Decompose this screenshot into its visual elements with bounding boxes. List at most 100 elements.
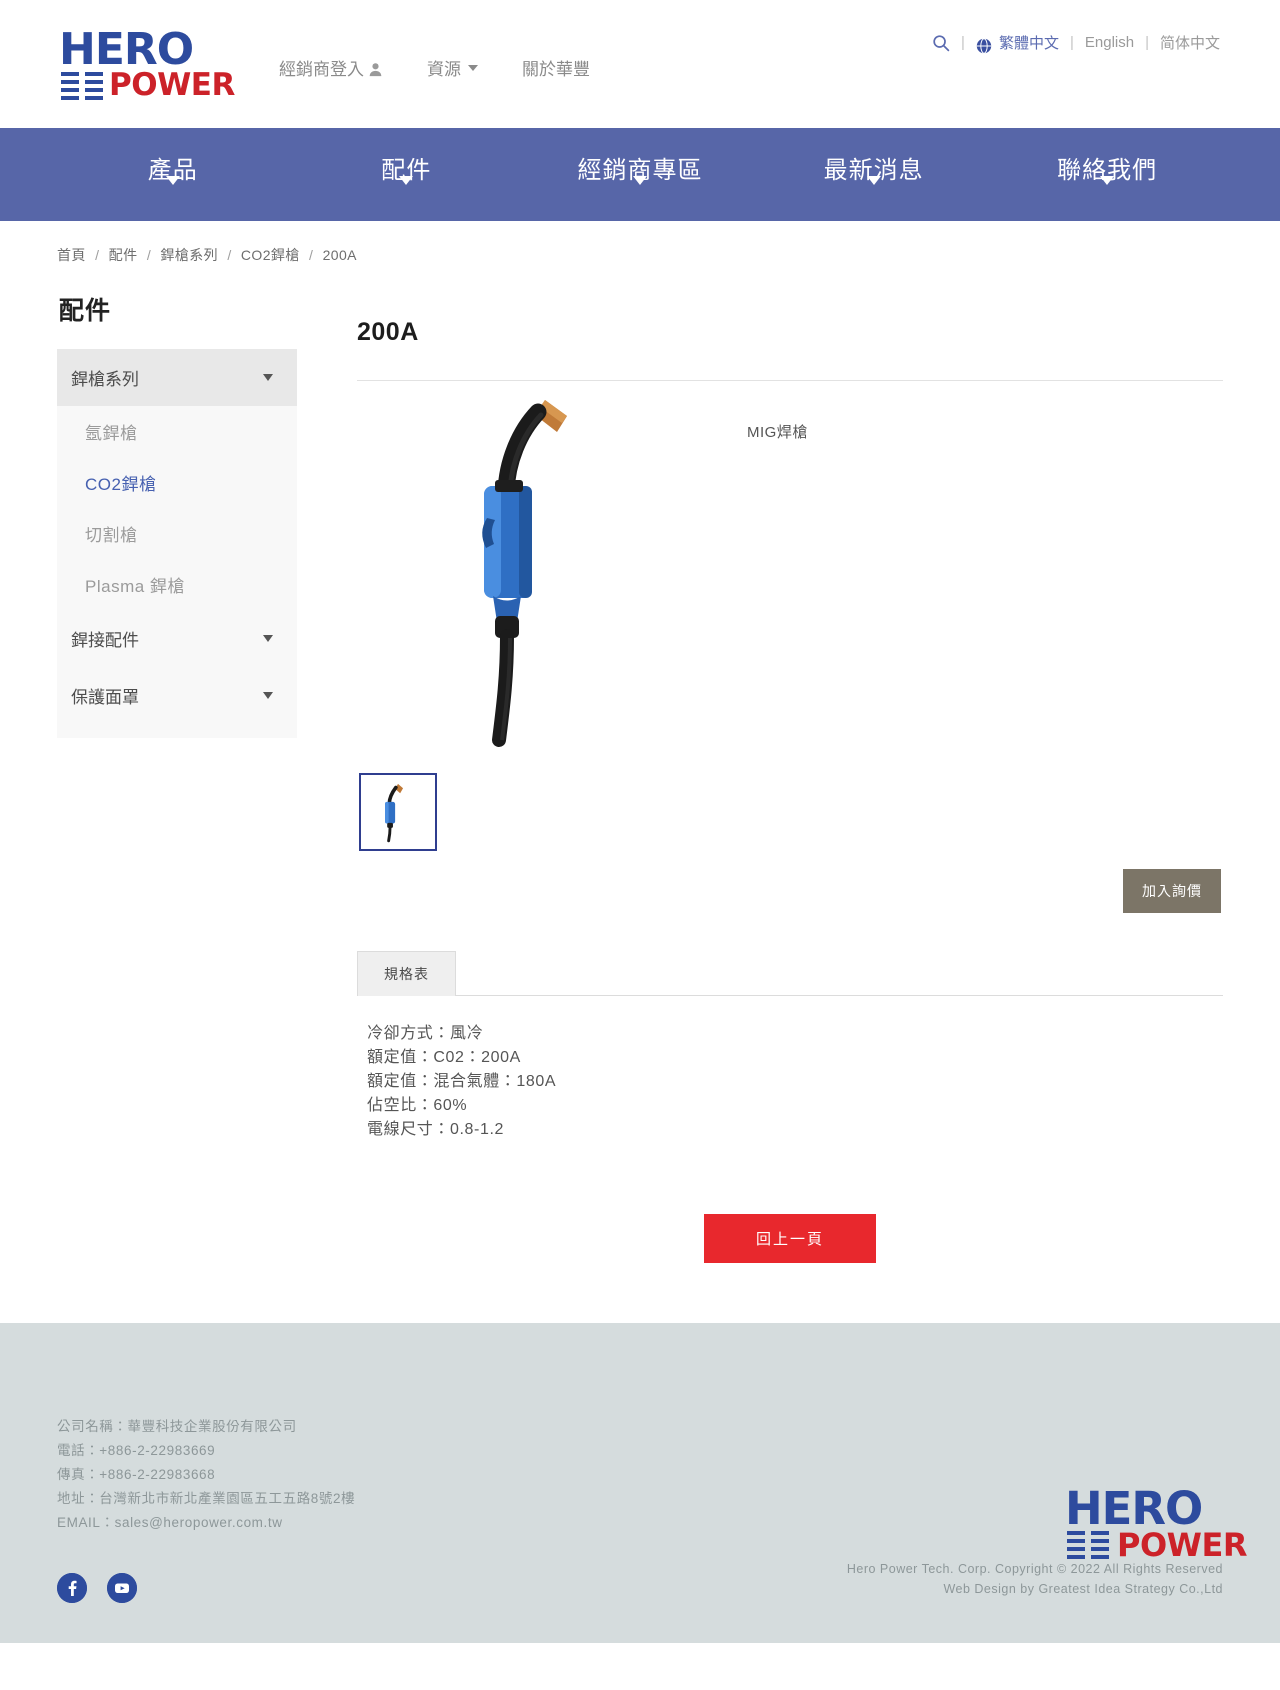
breadcrumb-separator: / [95, 247, 100, 263]
separator: | [1069, 34, 1074, 51]
sidebar-title: 配件 [59, 297, 112, 325]
footer-copyright: Hero Power Tech. Corp. Copyright © 2022 … [847, 1559, 1223, 1599]
chevron-down-icon [632, 176, 647, 202]
copyright-line-2: Web Design by Greatest Idea Strategy Co.… [943, 1581, 1223, 1596]
lang-option-zh-tw[interactable]: 繁體中文 [999, 32, 1059, 53]
footer-logo-hero-text: HERO [1065, 1481, 1203, 1535]
nav-item-news[interactable]: 最新消息 [757, 128, 991, 203]
top-nav-label: 經銷商登入 [279, 60, 364, 79]
facebook-icon[interactable] [57, 1572, 87, 1603]
spec-line-rating-co2: 額定值：C02：200A [367, 1048, 521, 1066]
product-tabs: 規格表 冷卻方式：風冷 額定值：C02：200A 額定值：混合氣體：180A 佔… [357, 913, 1223, 1142]
nav-item-products[interactable]: 產品 [56, 128, 290, 203]
tabs-row: 規格表 [357, 950, 1223, 996]
sidebar-group-label: 銲槍系列 [71, 370, 139, 389]
top-nav-item-about[interactable]: 關於華豐 [500, 55, 612, 80]
nav-item-accessories[interactable]: 配件 [290, 128, 524, 203]
breadcrumb-item-current: 200A [322, 247, 357, 263]
globe-icon [976, 37, 992, 54]
product-thumbnails [357, 753, 1223, 851]
footer-address: 地址：台灣新北市新北產業園區五工五路8號2樓 [57, 1490, 356, 1506]
mig-torch-illustration [482, 399, 567, 747]
breadcrumb-separator: / [227, 247, 232, 263]
site-logo[interactable]: HERO POWER [57, 24, 235, 101]
spec-line-cooling: 冷卻方式：風冷 [367, 1024, 484, 1042]
sidebar-item-tig-torch[interactable]: 氬銲槍 [57, 406, 297, 457]
footer-social-links [57, 1535, 355, 1603]
product-gallery-row: MIG焊槍 [357, 381, 1223, 753]
chevron-down-icon [468, 64, 478, 71]
nav-item-contact[interactable]: 聯絡我們 [990, 128, 1224, 203]
product-main-image[interactable] [357, 393, 737, 753]
sidebar-group-torch-series[interactable]: 銲槍系列 [57, 349, 297, 406]
logo-hero-text: HERO [59, 24, 194, 75]
chevron-down-icon [165, 176, 180, 202]
site-footer: 公司名稱：華豐科技企業股份有限公司 電話：+886-2-22983669 傳真：… [0, 1322, 1280, 1643]
nav-item-dealer-zone[interactable]: 經銷商專區 [523, 128, 757, 203]
breadcrumb-item-co2-torch[interactable]: CO2銲槍 [241, 247, 300, 263]
lang-option-english[interactable]: English [1085, 34, 1134, 51]
logo-bars-decoration [61, 72, 105, 100]
sidebar-group-welding-accessories[interactable]: 銲接配件 [57, 610, 297, 667]
top-nav-item-dealer-login[interactable]: 經銷商登入 [257, 55, 405, 80]
sidebar-group-label: 銲接配件 [71, 631, 139, 650]
spec-line-wire-size: 電線尺寸：0.8-1.2 [367, 1120, 505, 1138]
product-image-caption: MIG焊槍 [747, 423, 808, 441]
page-title: 200A [357, 317, 419, 346]
product-detail: 200A MIG焊槍 加入詢價 規格表 冷卻方式：風冷 額定值：C02：200A… [297, 283, 1223, 1323]
back-button[interactable]: 回上一頁 [703, 1213, 876, 1263]
spec-table-content: 冷卻方式：風冷 額定值：C02：200A 額定值：混合氣體：180A 佔空比：6… [357, 996, 1223, 1142]
footer-phone: 電話：+886-2-22983669 [57, 1442, 216, 1458]
sidebar-list: 銲槍系列 氬銲槍 CO2銲槍 切割槍 Plasma 銲槍 銲接配件 保護面罩 [57, 349, 297, 738]
footer-fax: 傳真：+886-2-22983668 [57, 1466, 216, 1482]
sidebar-item-co2-torch[interactable]: CO2銲槍 [57, 457, 297, 508]
breadcrumb-item-accessories[interactable]: 配件 [109, 247, 138, 263]
chevron-down-icon [263, 692, 273, 699]
tab-spec-table[interactable]: 規格表 [357, 950, 456, 996]
top-nav-label: 關於華豐 [522, 60, 590, 79]
breadcrumb: 首頁 / 配件 / 銲槍系列 / CO2銲槍 / 200A [0, 221, 1280, 265]
sidebar-item-cutting-torch[interactable]: 切割槍 [57, 508, 297, 559]
search-icon[interactable] [932, 34, 950, 52]
page-content: 配件 銲槍系列 氬銲槍 CO2銲槍 切割槍 Plasma 銲槍 銲接配件 保護面… [0, 265, 1280, 1323]
top-nav-item-resources[interactable]: 資源 [405, 55, 500, 80]
top-nav-label: 資源 [427, 60, 461, 79]
footer-logo-power-text: POWER [1117, 1525, 1247, 1564]
youtube-icon[interactable] [107, 1572, 137, 1603]
primary-navigation: 產品 配件 經銷商專區 最新消息 聯絡我們 [0, 128, 1280, 221]
chevron-down-icon [399, 176, 414, 202]
separator: | [961, 34, 965, 51]
footer-contact: 公司名稱：華豐科技企業股份有限公司 電話：+886-2-22983669 傳真：… [57, 1383, 355, 1603]
chevron-down-icon [263, 635, 273, 642]
footer-logo: HERO POWER [1063, 1481, 1247, 1561]
lang-option-zh-cn[interactable]: 简体中文 [1160, 32, 1220, 53]
breadcrumb-separator: / [146, 247, 152, 263]
site-header: HERO POWER 經銷商登入 資源 關於華豐 | 繁體中文 | Englis… [0, 0, 1280, 128]
spec-line-rating-mixed-gas: 額定值：混合氣體：180A [367, 1072, 557, 1090]
footer-branding: HERO POWER Hero Power Tech. Corp. Copyri… [847, 1383, 1248, 1603]
language-selector: | 繁體中文 | English | 简体中文 [932, 32, 1220, 54]
person-icon [368, 62, 383, 77]
footer-email: EMAIL：sales@heropower.com.tw [57, 1514, 283, 1530]
breadcrumb-item-torch-series[interactable]: 銲槍系列 [160, 247, 218, 263]
footer-logo-bars-decoration [1067, 1530, 1111, 1559]
logo-power-text: POWER [109, 67, 235, 103]
inquiry-row: 加入詢價 [357, 851, 1223, 913]
separator: | [1145, 34, 1149, 51]
utility-nav: 經銷商登入 資源 關於華豐 [257, 55, 612, 80]
footer-company-name: 公司名稱：華豐科技企業股份有限公司 [57, 1418, 297, 1434]
chevron-down-icon [263, 374, 273, 381]
sidebar-group-label: 保護面罩 [71, 688, 139, 707]
product-thumbnail-1[interactable] [359, 772, 437, 851]
chevron-down-icon [1100, 176, 1115, 202]
spec-line-duty-cycle: 佔空比：60% [367, 1096, 468, 1114]
breadcrumb-separator: / [309, 247, 314, 263]
add-to-inquiry-button[interactable]: 加入詢價 [1123, 868, 1221, 913]
breadcrumb-item-home[interactable]: 首頁 [57, 247, 86, 263]
sidebar-item-plasma-torch[interactable]: Plasma 銲槍 [57, 559, 297, 610]
mig-torch-thumbnail-illustration [385, 783, 404, 842]
chevron-down-icon [866, 176, 881, 202]
back-row: 回上一頁 [357, 1142, 1223, 1323]
sidebar-group-protective-mask[interactable]: 保護面罩 [57, 667, 297, 724]
category-sidebar: 配件 銲槍系列 氬銲槍 CO2銲槍 切割槍 Plasma 銲槍 銲接配件 保護面… [57, 283, 297, 738]
